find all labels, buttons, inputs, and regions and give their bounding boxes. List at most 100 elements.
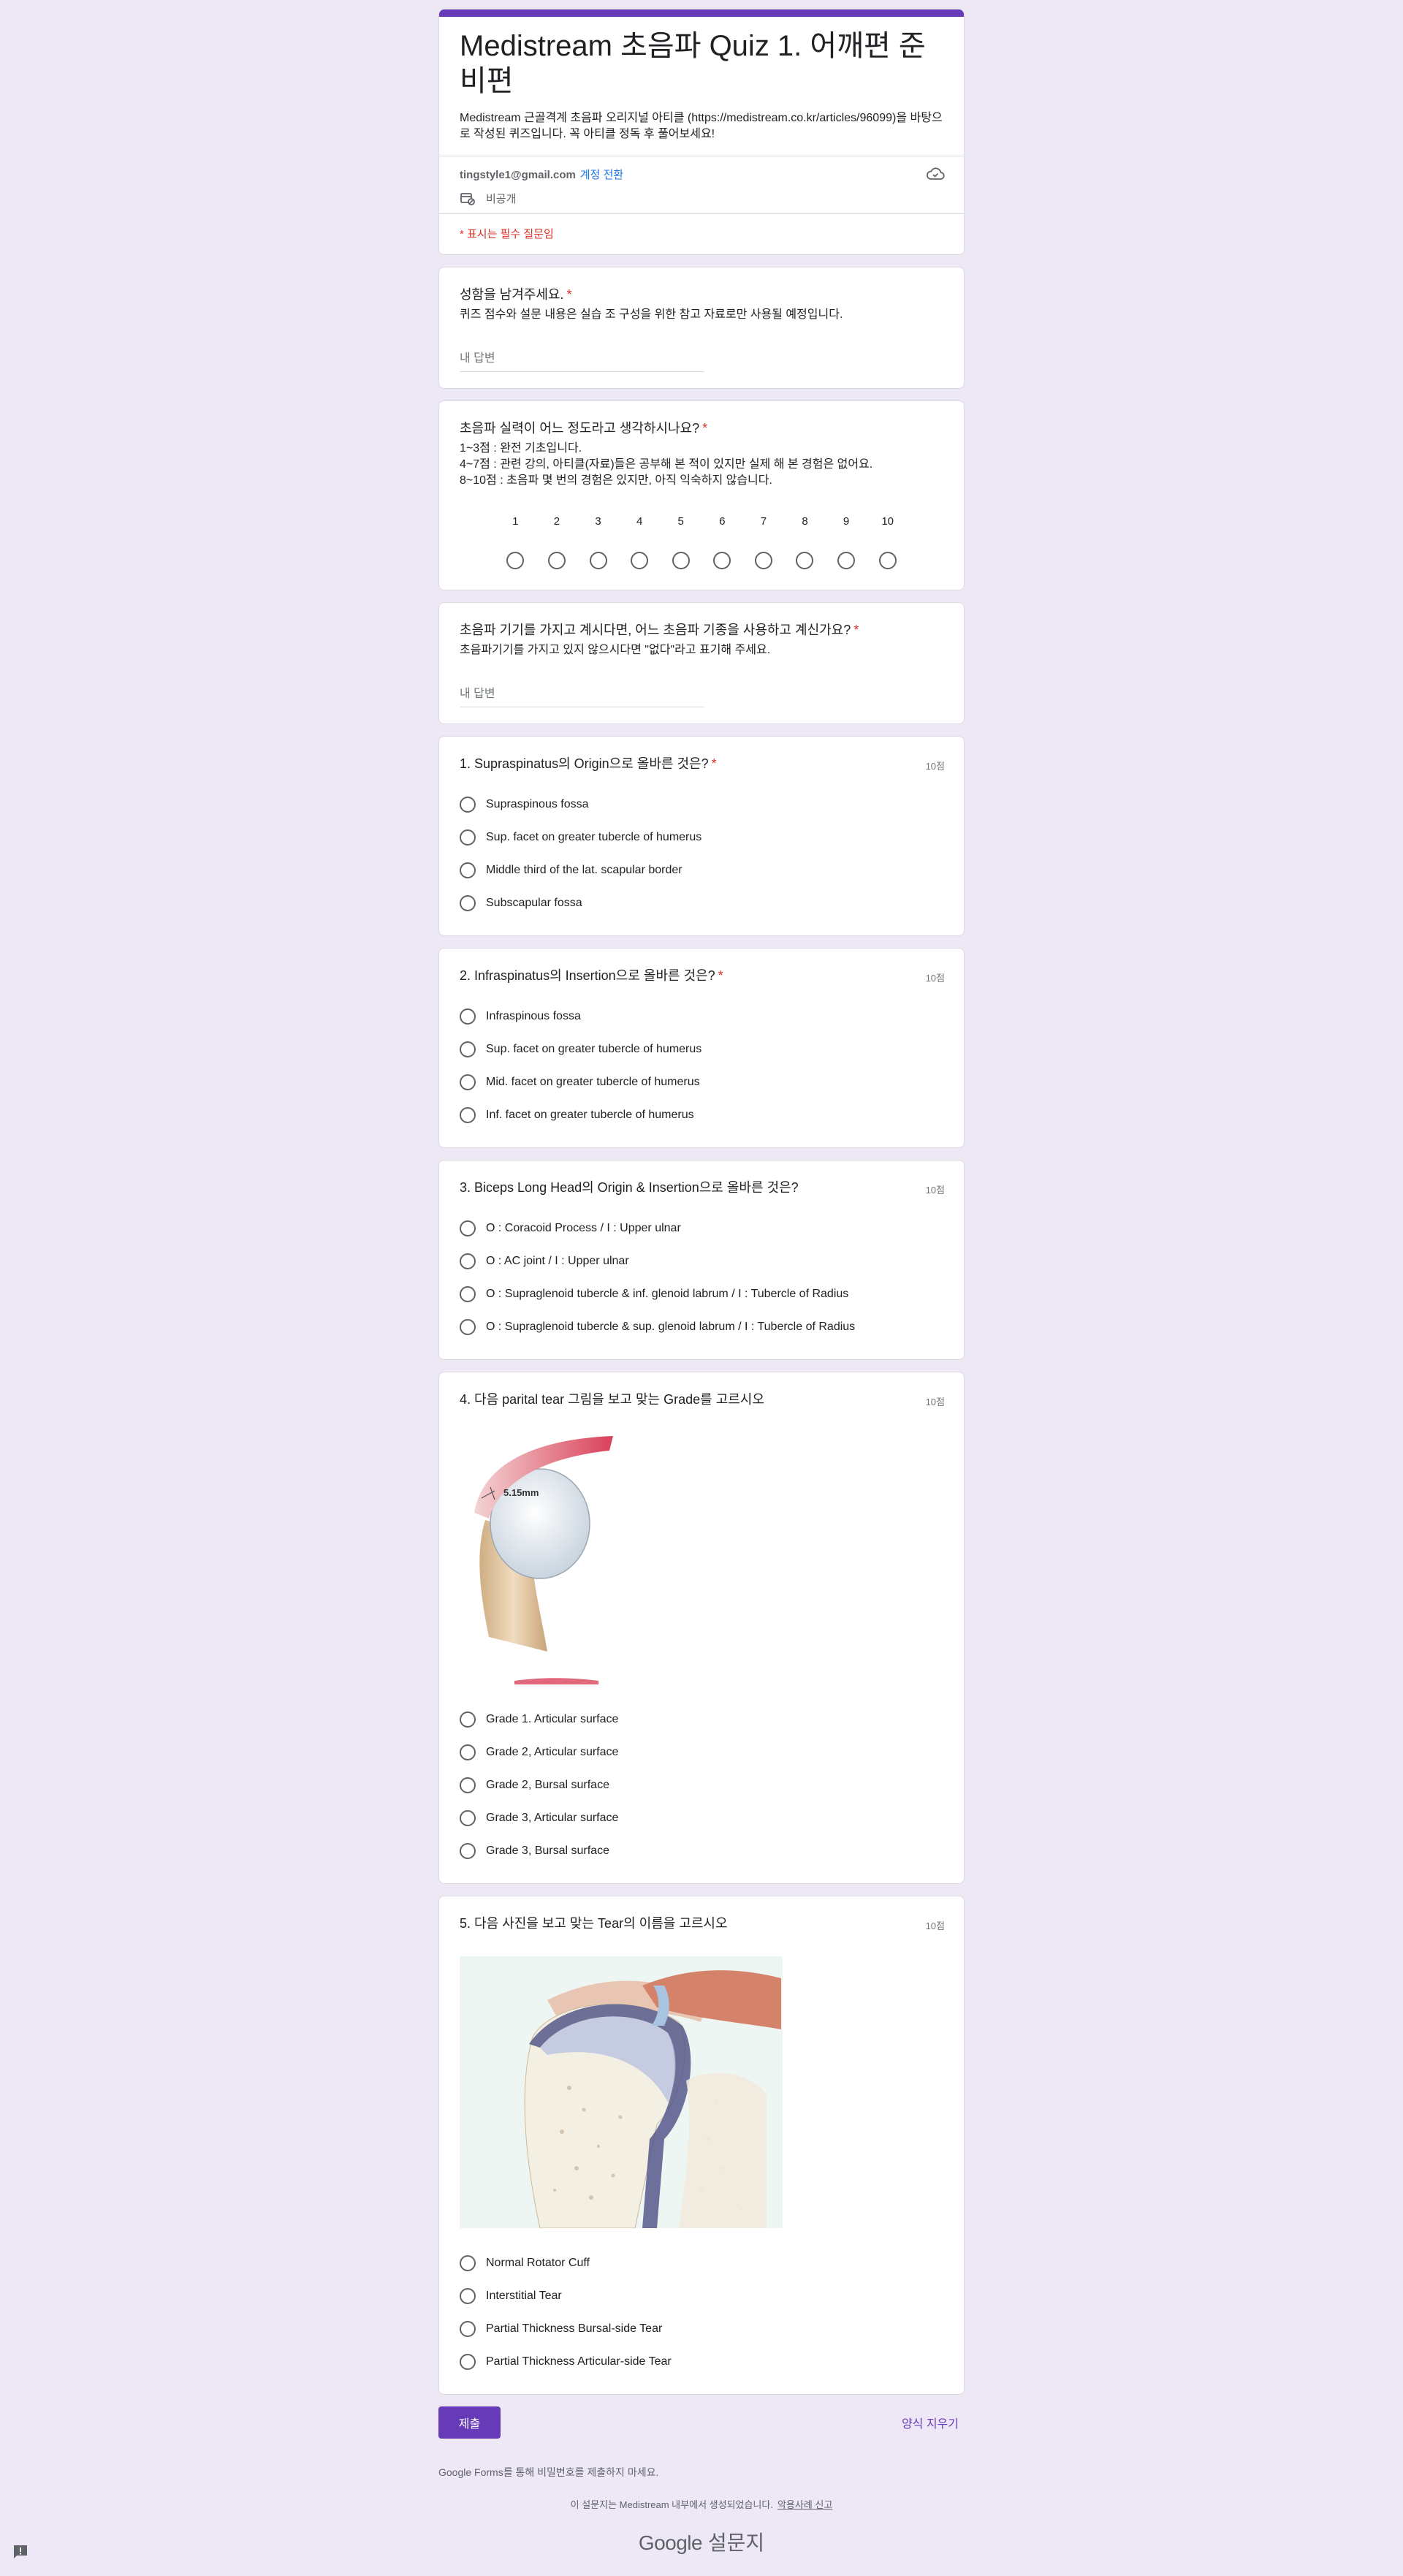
clear-form-button[interactable]: 양식 지우기	[902, 2414, 959, 2431]
privacy-label: 비공개	[486, 193, 517, 205]
name-answer-input[interactable]: 내 답변	[460, 342, 704, 372]
radio-button[interactable]	[460, 1041, 476, 1057]
brand-google: Google	[638, 2531, 703, 2554]
answer-option[interactable]: Grade 3, Bursal surface	[460, 1834, 943, 1867]
question-3-card: 3. Biceps Long Head의 Origin & Insertion으…	[438, 1160, 965, 1360]
radio-button[interactable]	[460, 1220, 476, 1236]
radio-button[interactable]	[713, 552, 731, 569]
question-name-card: 성함을 남겨주세요. * 퀴즈 점수와 설문 내용은 실습 조 구성을 위한 참고…	[438, 267, 965, 389]
radio-button[interactable]	[506, 552, 525, 569]
answer-option[interactable]: O : Supraglenoid tubercle & sup. glenoid…	[460, 1310, 943, 1343]
scale-option-1[interactable]: 1	[495, 515, 536, 569]
switch-account-link[interactable]: 계정 전환	[580, 169, 623, 181]
answer-option[interactable]: O : AC joint / I : Upper ulnar	[460, 1245, 943, 1277]
answer-option[interactable]: Supraspinous fossa	[460, 788, 943, 821]
answer-option[interactable]: Subscapular fossa	[460, 886, 943, 919]
partial-tear-illustration: 5.15mm	[460, 1432, 943, 1688]
required-star: *	[718, 968, 723, 983]
submit-button[interactable]: 제출	[438, 2406, 501, 2439]
radio-button[interactable]	[460, 1809, 476, 1826]
points-label: 10점	[925, 1920, 945, 1931]
report-abuse-link[interactable]: 악용사례 신고	[777, 2499, 832, 2510]
scale-option-6[interactable]: 6	[702, 515, 743, 569]
scale-option-2[interactable]: 2	[536, 515, 578, 569]
device-answer-input[interactable]: 내 답변	[460, 677, 704, 707]
radio-button[interactable]	[460, 1711, 476, 1728]
answer-option[interactable]: Grade 1. Articular surface	[460, 1703, 943, 1736]
points-label: 10점	[925, 1185, 945, 1196]
radio-button[interactable]	[460, 1253, 476, 1269]
feedback-icon[interactable]	[12, 2543, 29, 2561]
radio-button[interactable]	[837, 552, 856, 569]
option-label: Supraspinous fossa	[486, 797, 589, 810]
form-actions: 제출 양식 지우기	[438, 2406, 965, 2439]
option-label: Grade 2, Bursal surface	[486, 1778, 609, 1791]
answer-option[interactable]: Sup. facet on greater tubercle of humeru…	[460, 821, 943, 854]
radio-button[interactable]	[460, 2254, 476, 2271]
question-title: 4. 다음 parital tear 그림을 보고 맞는 Grade를 고르시오	[460, 1392, 764, 1407]
scale-option-4[interactable]: 4	[619, 515, 661, 569]
scale-label: 1	[512, 515, 519, 528]
option-label: Sup. facet on greater tubercle of humeru…	[486, 1042, 702, 1055]
question-5-card: 5. 다음 사진을 보고 맞는 Tear의 이름을 고르시오 10점 Norma…	[438, 1896, 965, 2395]
option-label: Normal Rotator Cuff	[486, 2256, 590, 2269]
required-star: *	[702, 421, 708, 436]
google-forms-logo[interactable]: Google 설문지	[438, 2527, 965, 2556]
radio-button[interactable]	[589, 552, 607, 569]
radio-button[interactable]	[878, 552, 897, 569]
radio-button[interactable]	[672, 552, 690, 569]
answer-option[interactable]: Grade 3, Articular surface	[460, 1801, 943, 1834]
answer-option[interactable]: Normal Rotator Cuff	[460, 2246, 943, 2279]
answer-option[interactable]: Partial Thickness Bursal-side Tear	[460, 2312, 943, 2345]
option-label: Interstitial Tear	[486, 2289, 562, 2302]
points-label: 10점	[925, 1397, 945, 1407]
not-shared-icon	[460, 192, 475, 205]
radio-button[interactable]	[460, 796, 476, 813]
radio-button[interactable]	[460, 1842, 476, 1859]
answer-option[interactable]: Middle third of the lat. scapular border	[460, 854, 943, 886]
answer-option[interactable]: Infraspinous fossa	[460, 1000, 943, 1033]
option-label: O : Supraglenoid tubercle & inf. glenoid…	[486, 1287, 849, 1300]
radio-button[interactable]	[460, 1777, 476, 1793]
radio-button[interactable]	[460, 2287, 476, 2304]
required-star: *	[853, 623, 859, 637]
radio-button[interactable]	[460, 1318, 476, 1335]
required-note: * 표시는 필수 질문임	[439, 213, 964, 254]
answer-option[interactable]: Sup. facet on greater tubercle of humeru…	[460, 1033, 943, 1065]
answer-option[interactable]: Grade 2, Bursal surface	[460, 1768, 943, 1801]
radio-button[interactable]	[754, 552, 772, 569]
option-label: Grade 1. Articular surface	[486, 1712, 619, 1725]
radio-button[interactable]	[547, 552, 566, 569]
scale-option-9[interactable]: 9	[826, 515, 867, 569]
option-label: O : AC joint / I : Upper ulnar	[486, 1254, 629, 1267]
scale-label: 5	[677, 515, 684, 528]
question-description: 1~3점 : 완전 기초입니다. 4~7점 : 관련 강의, 아티클(자료)들은…	[460, 442, 873, 487]
radio-button[interactable]	[460, 1744, 476, 1760]
answer-option[interactable]: Grade 2, Articular surface	[460, 1736, 943, 1768]
radio-button[interactable]	[460, 1285, 476, 1302]
answer-option[interactable]: O : Coracoid Process / I : Upper ulnar	[460, 1212, 943, 1245]
radio-button[interactable]	[460, 1008, 476, 1025]
scale-option-10[interactable]: 10	[867, 515, 908, 569]
radio-button[interactable]	[460, 1074, 476, 1090]
scale-label: 7	[760, 515, 767, 528]
radio-button[interactable]	[631, 552, 649, 569]
radio-button[interactable]	[460, 894, 476, 911]
answer-option[interactable]: Mid. facet on greater tubercle of humeru…	[460, 1065, 943, 1098]
answer-option[interactable]: Interstitial Tear	[460, 2279, 943, 2312]
radio-button[interactable]	[460, 862, 476, 878]
answer-option[interactable]: Inf. facet on greater tubercle of humeru…	[460, 1098, 943, 1131]
answer-option[interactable]: Partial Thickness Articular-side Tear	[460, 2345, 943, 2378]
scale-option-5[interactable]: 5	[660, 515, 702, 569]
radio-button[interactable]	[796, 552, 814, 569]
radio-button[interactable]	[460, 1106, 476, 1123]
scale-option-3[interactable]: 3	[577, 515, 619, 569]
question-title: 성함을 남겨주세요.	[460, 287, 564, 302]
radio-button[interactable]	[460, 829, 476, 846]
scale-option-7[interactable]: 7	[743, 515, 785, 569]
radio-button[interactable]	[460, 2353, 476, 2370]
answer-option[interactable]: O : Supraglenoid tubercle & inf. glenoid…	[460, 1277, 943, 1310]
radio-button[interactable]	[460, 2320, 476, 2337]
option-label: Mid. facet on greater tubercle of humeru…	[486, 1075, 700, 1088]
scale-option-8[interactable]: 8	[784, 515, 826, 569]
